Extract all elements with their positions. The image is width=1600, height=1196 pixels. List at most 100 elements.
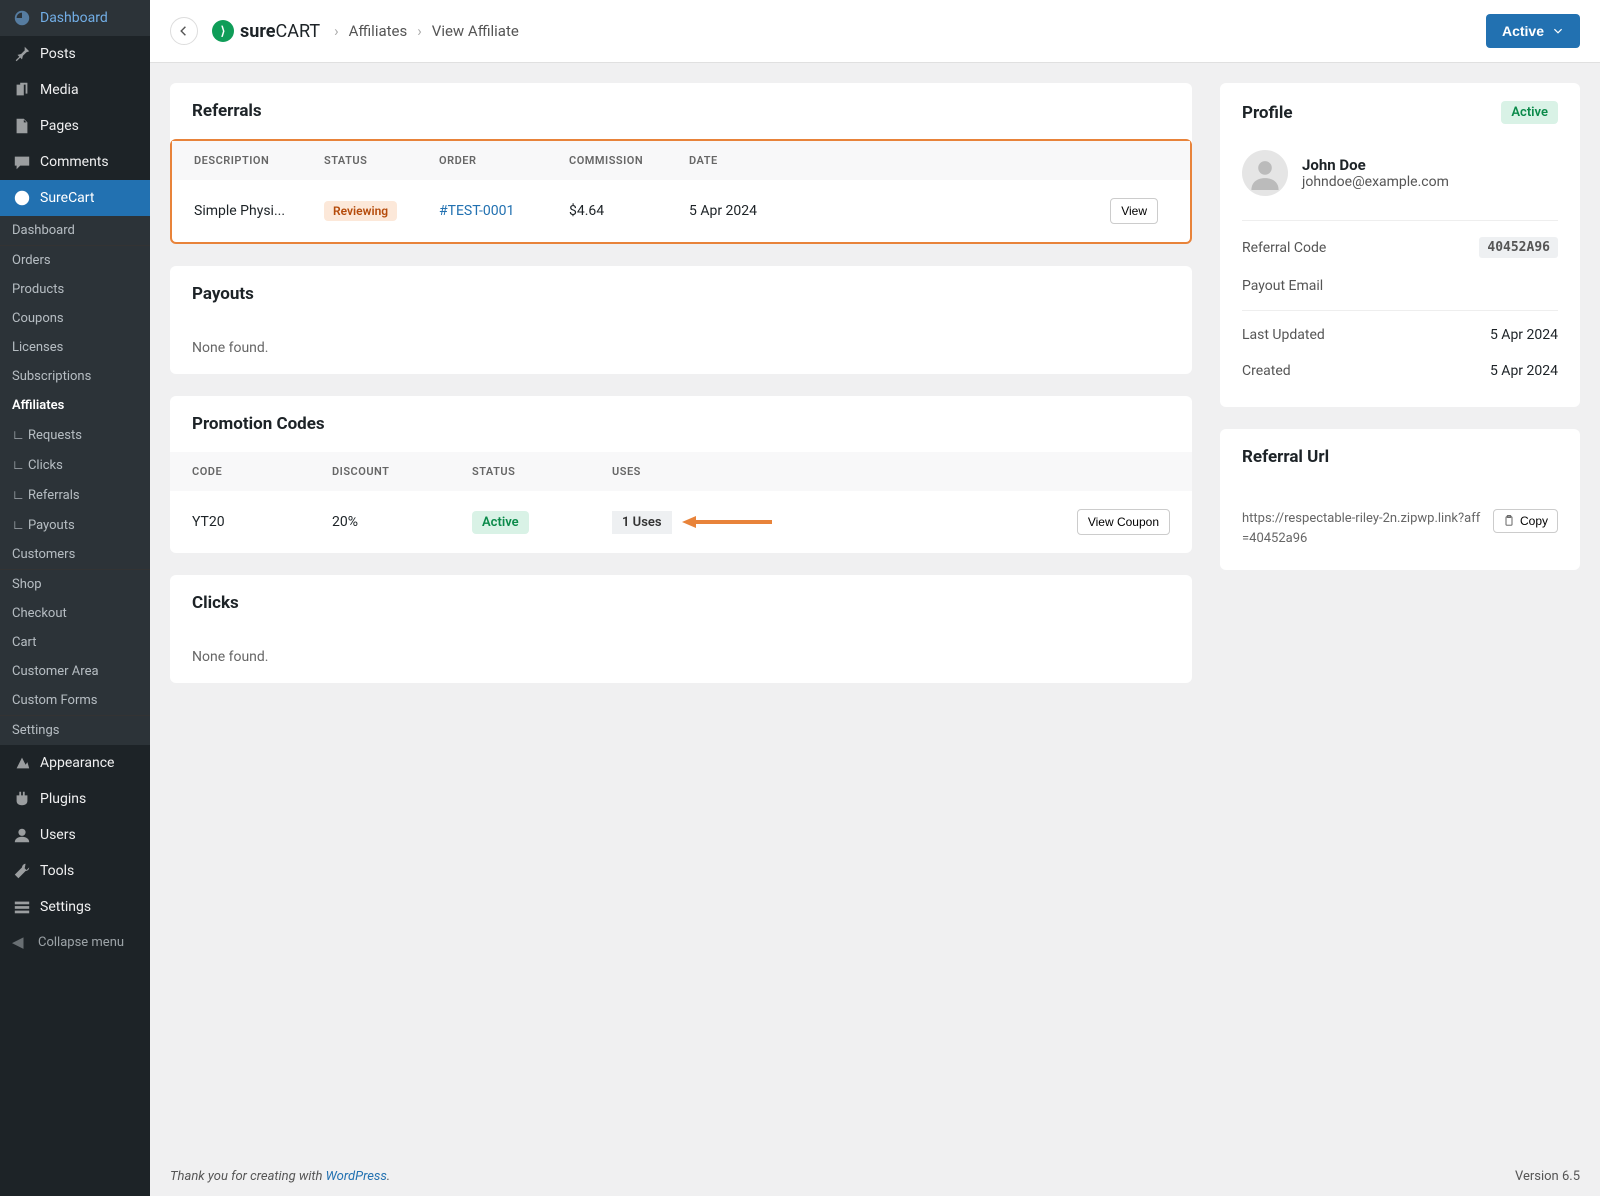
footer: Thank you for creating with WordPress. V… (150, 1157, 1600, 1196)
surecart-logo-icon: ⟩ (212, 20, 234, 42)
view-referral-button[interactable]: View (1110, 198, 1158, 224)
collapse-icon: ◀ (12, 933, 32, 951)
sidebar-item-posts[interactable]: Posts (0, 36, 150, 72)
sub-referrals[interactable]: ∟ Referrals (0, 480, 150, 510)
referral-date: 5 Apr 2024 (689, 203, 809, 219)
version-text: Version 6.5 (1515, 1169, 1580, 1184)
collapse-menu[interactable]: ◀ Collapse menu (0, 925, 150, 959)
sidebar-item-comments[interactable]: Comments (0, 144, 150, 180)
last-updated-value: 5 Apr 2024 (1490, 327, 1558, 343)
referrals-card: Referrals DESCRIPTION STATUS ORDER COMMI… (170, 83, 1192, 244)
sidebar-item-tools[interactable]: Tools (0, 853, 150, 889)
clicks-none: None found. (170, 631, 1192, 683)
pin-icon (12, 44, 32, 64)
payouts-title: Payouts (170, 266, 1192, 322)
sidebar-submenu: Dashboard Orders Products Coupons Licens… (0, 216, 150, 745)
profile-email: johndoe@example.com (1302, 174, 1449, 190)
sidebar-item-dashboard[interactable]: Dashboard (0, 0, 150, 36)
sidebar-item-media[interactable]: Media (0, 72, 150, 108)
appearance-icon (12, 753, 32, 773)
comments-icon (12, 152, 32, 172)
referral-url-title: Referral Url (1220, 429, 1580, 485)
status-badge-reviewing: Reviewing (324, 201, 397, 221)
tools-icon (12, 861, 32, 881)
sub-customer-area[interactable]: Customer Area (0, 657, 150, 686)
payout-email-label: Payout Email (1242, 278, 1323, 294)
pages-icon (12, 116, 32, 136)
sub-licenses[interactable]: Licenses (0, 333, 150, 362)
referral-url-value: https://respectable-riley-2n.zipwp.link?… (1242, 509, 1481, 548)
sub-custom-forms[interactable]: Custom Forms (0, 686, 150, 715)
sub-dashboard[interactable]: Dashboard (0, 216, 150, 245)
media-icon (12, 80, 32, 100)
referral-code-value: 40452A96 (1479, 237, 1558, 258)
clicks-title: Clicks (170, 575, 1192, 631)
copy-url-button[interactable]: Copy (1493, 509, 1558, 533)
chevron-right-icon: › (417, 22, 422, 40)
profile-title: Profile (1242, 103, 1293, 123)
surecart-logo: ⟩ sureCART (212, 20, 320, 42)
sidebar-item-plugins[interactable]: Plugins (0, 781, 150, 817)
back-button[interactable] (170, 17, 198, 45)
page-header: ⟩ sureCART › Affiliates › View Affiliate… (150, 0, 1600, 63)
sub-cart[interactable]: Cart (0, 628, 150, 657)
sidebar-item-label: Settings (40, 899, 91, 915)
order-link[interactable]: #TEST-0001 (439, 203, 514, 219)
dashboard-icon (12, 8, 32, 28)
profile-name: John Doe (1302, 156, 1449, 174)
promo-discount: 20% (332, 514, 472, 530)
sub-affiliates[interactable]: Affiliates (0, 391, 150, 420)
referral-row: Simple Physi... Reviewing #TEST-0001 $4.… (172, 180, 1190, 242)
sidebar-item-label: SureCart (40, 190, 94, 206)
surecart-icon (12, 188, 32, 208)
status-badge-active: Active (472, 511, 529, 534)
sidebar-item-label: Users (40, 827, 76, 843)
avatar (1242, 150, 1288, 196)
sidebar-item-label: Plugins (40, 791, 86, 807)
referrals-table-header: DESCRIPTION STATUS ORDER COMMISSION DATE (172, 141, 1190, 180)
chevron-right-icon: › (334, 22, 339, 40)
view-coupon-button[interactable]: View Coupon (1077, 509, 1170, 535)
sub-requests[interactable]: ∟ Requests (0, 420, 150, 450)
sub-checkout[interactable]: Checkout (0, 599, 150, 628)
sub-shop[interactable]: Shop (0, 570, 150, 599)
wordpress-link[interactable]: WordPress (326, 1169, 387, 1184)
sidebar-item-label: Dashboard (40, 10, 108, 26)
chevron-down-icon (1552, 25, 1564, 37)
crumb-affiliates[interactable]: Affiliates (349, 22, 408, 40)
referral-description: Simple Physi... (194, 203, 324, 219)
plugins-icon (12, 789, 32, 809)
promotion-codes-title: Promotion Codes (170, 396, 1192, 452)
referrals-title: Referrals (170, 83, 1192, 139)
created-label: Created (1242, 363, 1291, 379)
promotion-codes-card: Promotion Codes CODE DISCOUNT STATUS USE… (170, 396, 1192, 553)
sidebar-item-settings[interactable]: Settings (0, 889, 150, 925)
sub-customers[interactable]: Customers (0, 540, 150, 569)
sidebar-item-appearance[interactable]: Appearance (0, 745, 150, 781)
admin-sidebar: Dashboard Posts Media Pages Comments (0, 0, 150, 1196)
referral-code-label: Referral Code (1242, 240, 1326, 256)
sub-orders[interactable]: Orders (0, 246, 150, 275)
sidebar-item-surecart[interactable]: SureCart (0, 180, 150, 216)
sidebar-item-label: Posts (40, 46, 76, 62)
created-value: 5 Apr 2024 (1490, 363, 1558, 379)
clipboard-icon (1503, 515, 1515, 527)
annotation-arrow-icon (682, 512, 772, 532)
sub-products[interactable]: Products (0, 275, 150, 304)
breadcrumb: › Affiliates › View Affiliate (334, 22, 519, 40)
sub-subscriptions[interactable]: Subscriptions (0, 362, 150, 391)
settings-icon (12, 897, 32, 917)
crumb-view-affiliate[interactable]: View Affiliate (432, 22, 519, 40)
sub-coupons[interactable]: Coupons (0, 304, 150, 333)
promo-uses: 1 Uses (612, 511, 672, 534)
payouts-card: Payouts None found. (170, 266, 1192, 374)
sidebar-item-pages[interactable]: Pages (0, 108, 150, 144)
sub-payouts[interactable]: ∟ Payouts (0, 510, 150, 540)
active-dropdown-button[interactable]: Active (1486, 14, 1580, 48)
referral-commission: $4.64 (569, 203, 689, 219)
sidebar-item-users[interactable]: Users (0, 817, 150, 853)
sidebar-item-label: Media (40, 82, 79, 98)
sub-settings[interactable]: Settings (0, 716, 150, 745)
sub-clicks[interactable]: ∟ Clicks (0, 450, 150, 480)
payouts-none: None found. (170, 322, 1192, 374)
